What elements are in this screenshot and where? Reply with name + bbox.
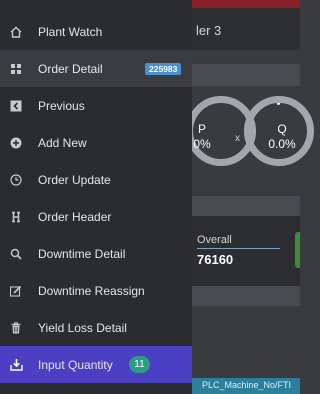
grid-icon xyxy=(9,62,23,76)
home-icon xyxy=(9,25,23,39)
menu-item-label: Plant Watch xyxy=(38,24,103,39)
overall-value: 76160 xyxy=(197,252,234,267)
ring-right-value: 0.0% xyxy=(268,137,296,151)
download-tray-icon xyxy=(9,358,23,372)
menu-item-order-header[interactable]: Order Header xyxy=(0,198,192,235)
ring-left-value: 0% xyxy=(193,137,211,151)
menu-item-add-new[interactable]: Add New xyxy=(0,124,192,161)
bottom-bar: PLC_Machine_No/FTI xyxy=(192,378,300,394)
navigation-drawer: Plant Watch Order Detail 225983 Previous… xyxy=(0,0,192,394)
bottom-bar-text: PLC_Machine_No/FTI xyxy=(202,380,292,390)
overall-label: Overall xyxy=(197,234,232,246)
menu-item-label: Input Quantity xyxy=(38,357,113,372)
menu-item-input-quantity[interactable]: Input Quantity 11 xyxy=(0,346,192,383)
menu-item-label: Yield Loss Detail xyxy=(38,320,127,335)
header-h-icon xyxy=(9,210,23,224)
menu-item-label: Downtime Detail xyxy=(38,246,126,261)
menu-item-previous[interactable]: Previous xyxy=(0,87,192,124)
clock-icon xyxy=(9,173,23,187)
menu-item-yield-loss-detail[interactable]: Yield Loss Detail xyxy=(0,309,192,346)
section-band xyxy=(192,196,300,216)
status-indicator xyxy=(295,232,300,268)
search-icon xyxy=(9,247,23,261)
menu-item-label: Add New xyxy=(38,135,87,150)
menu-item-label: Downtime Reassign xyxy=(38,283,145,298)
plus-circle-icon xyxy=(9,136,23,150)
quantity-count-badge: 11 xyxy=(129,356,150,373)
overall-panel: Overall 76160 xyxy=(192,216,300,286)
menu-item-downtime-detail[interactable]: Downtime Detail xyxy=(0,235,192,272)
section-band xyxy=(192,286,300,306)
trash-icon xyxy=(9,321,23,335)
overall-underline xyxy=(197,248,280,249)
menu-item-order-detail[interactable]: Order Detail 225983 xyxy=(0,50,192,87)
menu-item-label: Order Header xyxy=(38,209,112,224)
menu-item-label: Previous xyxy=(38,98,85,113)
menu-item-label: Order Detail xyxy=(38,61,103,76)
ring-right-label: Q xyxy=(277,122,287,136)
menu-item-order-update[interactable]: Order Update xyxy=(0,161,192,198)
chevron-left-icon xyxy=(9,99,23,113)
x-mark: x xyxy=(235,133,240,144)
screen-title-bar: ler 3 xyxy=(192,8,300,50)
order-number-badge: 225983 xyxy=(145,63,182,75)
menu-item-plant-watch[interactable]: Plant Watch xyxy=(0,13,192,50)
header-accent-bar xyxy=(192,0,300,8)
menu-item-downtime-reassign[interactable]: Downtime Reassign xyxy=(0,272,192,309)
edit-icon xyxy=(9,284,23,298)
section-band xyxy=(192,64,300,86)
ring-left-label: P xyxy=(197,122,206,136)
kpi-ring-area: P 0% x Q 0.0% xyxy=(186,86,314,196)
menu-item-label: Order Update xyxy=(38,172,111,187)
screen-title: ler 3 xyxy=(196,23,222,38)
